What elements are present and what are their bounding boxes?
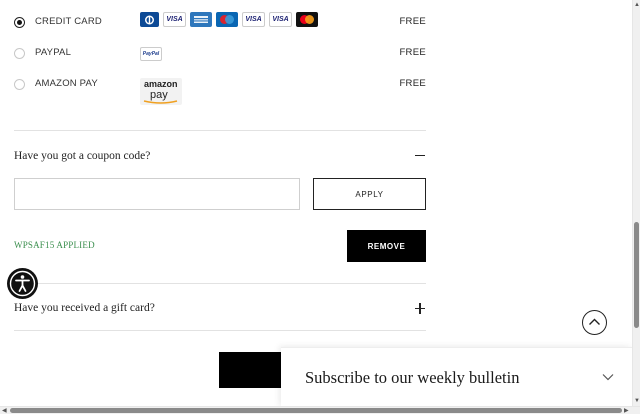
diners-club-logo bbox=[140, 12, 159, 27]
radio-amazon-pay[interactable] bbox=[14, 79, 25, 90]
vertical-scrollbar[interactable]: ▲ ▼ bbox=[632, 0, 640, 406]
bulletin-subscribe-bar[interactable]: Subscribe to our weekly bulletin bbox=[281, 347, 632, 407]
radio-credit-card[interactable] bbox=[14, 17, 25, 28]
horizontal-scrollbar[interactable]: ◀ ▶ bbox=[0, 406, 640, 414]
chevron-up-icon bbox=[589, 318, 600, 325]
checkout-button[interactable] bbox=[219, 352, 281, 388]
amazon-smile-icon bbox=[143, 100, 178, 104]
maestro-logo bbox=[216, 12, 238, 27]
apply-coupon-button[interactable]: APPLY bbox=[313, 178, 426, 210]
horizontal-scrollbar-thumb[interactable] bbox=[10, 408, 622, 413]
scroll-to-top-button[interactable] bbox=[582, 310, 607, 335]
amex-logo bbox=[190, 12, 212, 27]
coupon-applied-status: WPSAF15 APPLIED bbox=[14, 240, 95, 250]
payment-price-credit-card: FREE bbox=[399, 16, 426, 27]
amazon-pay-logo-wrap: amazon pay bbox=[140, 74, 182, 105]
payment-method-credit-card[interactable]: CREDIT CARD VISA VISA VISA FREE bbox=[14, 12, 426, 34]
payment-label-amazon-pay: AMAZON PAY bbox=[35, 78, 98, 89]
scroll-right-arrow-icon[interactable]: ▶ bbox=[624, 408, 629, 414]
payment-method-amazon-pay[interactable]: AMAZON PAY amazon pay FREE bbox=[14, 74, 426, 105]
amazon-pay-logo: amazon pay bbox=[140, 78, 182, 105]
divider-after-coupon bbox=[14, 283, 426, 284]
coupon-input[interactable] bbox=[14, 178, 300, 210]
paypal-logo: PayPal bbox=[140, 47, 162, 61]
visa-debit-logo: VISA bbox=[269, 12, 292, 27]
scroll-left-arrow-icon[interactable]: ◀ bbox=[2, 408, 7, 414]
coupon-title[interactable]: Have you got a coupon code? bbox=[14, 150, 150, 162]
payment-label-paypal: PAYPAL bbox=[35, 47, 72, 58]
payment-method-paypal[interactable]: PAYPAL PayPal FREE bbox=[14, 43, 426, 65]
vertical-scrollbar-thumb[interactable] bbox=[634, 222, 639, 328]
divider-after-payment bbox=[14, 130, 426, 131]
visa-logo: VISA bbox=[163, 12, 186, 27]
chevron-down-icon[interactable] bbox=[601, 370, 615, 384]
visa-electron-logo: VISA bbox=[242, 12, 265, 27]
accessibility-icon bbox=[9, 270, 36, 297]
gift-card-expand-icon[interactable] bbox=[414, 303, 426, 315]
remove-coupon-button[interactable]: REMOVE bbox=[347, 230, 426, 262]
divider-after-gift-card bbox=[14, 330, 426, 331]
payment-price-amazon-pay: FREE bbox=[399, 78, 426, 89]
scroll-up-arrow-icon[interactable]: ▲ bbox=[634, 2, 640, 8]
amazon-pay-logo-line1: amazon bbox=[144, 79, 178, 89]
card-logos: VISA VISA VISA bbox=[140, 12, 318, 27]
scroll-down-arrow-icon[interactable]: ▼ bbox=[634, 398, 640, 404]
radio-paypal[interactable] bbox=[14, 48, 25, 59]
mastercard-logo bbox=[296, 12, 318, 27]
bulletin-text: Subscribe to our weekly bulletin bbox=[305, 368, 520, 387]
payment-label-credit-card: CREDIT CARD bbox=[35, 16, 102, 27]
gift-card-title[interactable]: Have you received a gift card? bbox=[14, 302, 155, 314]
paypal-logo-wrap: PayPal bbox=[140, 43, 162, 61]
accessibility-button[interactable] bbox=[7, 268, 38, 299]
coupon-collapse-icon[interactable] bbox=[414, 150, 426, 162]
payment-price-paypal: FREE bbox=[399, 47, 426, 58]
